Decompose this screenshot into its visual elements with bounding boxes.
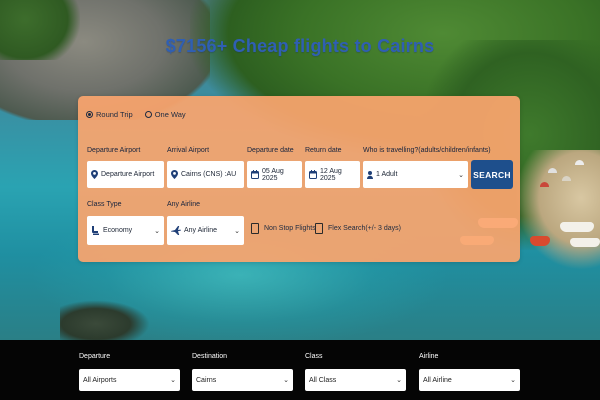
return-date-value: 12 Aug 2025 xyxy=(320,167,342,182)
chevron-down-icon: ⌄ xyxy=(234,227,240,235)
parasol-image xyxy=(562,176,571,181)
boat-image xyxy=(530,236,550,246)
boat-image xyxy=(570,238,600,247)
flight-search-form: Round Trip One Way Departure Airport Arr… xyxy=(78,96,520,262)
travellers-label: Who is travelling?(adults/children/infan… xyxy=(363,147,491,154)
departure-date-label: Departure date xyxy=(247,147,294,154)
parasol-image xyxy=(540,182,549,187)
parasol-image xyxy=(548,168,557,173)
chevron-down-icon: ⌄ xyxy=(510,377,516,384)
calendar-icon xyxy=(309,170,317,179)
departure-filter-select[interactable]: All Airports ⌄ xyxy=(79,369,180,391)
departure-date-value: 05 Aug 2025 xyxy=(262,167,284,182)
class-type-select[interactable]: Economy ⌄ xyxy=(87,216,164,245)
airline-filter-value: All Airline xyxy=(423,376,452,384)
travellers-value: 1 Adult xyxy=(376,171,398,178)
departure-date-field[interactable]: 05 Aug 2025 xyxy=(247,161,302,188)
calendar-icon xyxy=(251,170,259,179)
beach-scenery xyxy=(515,150,600,270)
one-way-radio[interactable]: One Way xyxy=(144,110,186,119)
rocks-scenery xyxy=(60,300,150,340)
travellers-select[interactable]: 1 Adult ⌄ xyxy=(363,161,468,188)
class-filter-select[interactable]: All Class ⌄ xyxy=(305,369,406,391)
chevron-down-icon: ⌄ xyxy=(283,377,289,384)
destination-filter-value: Cairns xyxy=(196,376,217,384)
one-way-label: One Way xyxy=(154,110,186,119)
airline-label: Any Airline xyxy=(167,201,201,208)
map-pin-icon xyxy=(171,170,178,179)
checkbox-icon[interactable] xyxy=(315,223,323,234)
class-filter-value: All Class xyxy=(309,376,337,384)
chevron-down-icon: ⌄ xyxy=(458,171,464,179)
boat-image xyxy=(560,222,594,232)
return-date-label: Return date xyxy=(305,147,342,154)
class-type-value: Economy xyxy=(103,227,133,234)
checkbox-icon[interactable] xyxy=(251,223,259,234)
round-trip-radio[interactable]: Round Trip xyxy=(86,110,133,119)
route-filter-bar: Departure Destination Class Airline All … xyxy=(0,340,600,400)
trip-type-group: Round Trip One Way xyxy=(86,110,186,119)
class-filter-label: Class xyxy=(305,353,323,360)
departure-airport-label: Departure Airport xyxy=(87,147,141,154)
airline-filter-select[interactable]: All Airline ⌄ xyxy=(419,369,520,391)
destination-filter-label: Destination xyxy=(192,353,228,360)
radio-unchecked-icon[interactable] xyxy=(144,111,152,118)
map-pin-icon xyxy=(91,170,98,179)
round-trip-label: Round Trip xyxy=(96,110,133,119)
radio-checked-icon[interactable] xyxy=(86,111,93,118)
chevron-down-icon: ⌄ xyxy=(396,377,402,384)
airline-select[interactable]: Any Airline ⌄ xyxy=(167,216,244,245)
arrival-airport-label: Arrival Airport xyxy=(167,147,210,154)
page-title: $7156+ Cheap flights to Cairns xyxy=(165,36,435,56)
airline-value: Any Airline xyxy=(184,227,218,234)
arrival-airport-field[interactable]: Cairns (CNS) :AU xyxy=(167,161,244,188)
flex-search-checkbox[interactable]: Flex Search(+/- 3 days) xyxy=(315,223,401,234)
return-date-field[interactable]: 12 Aug 2025 xyxy=(305,161,360,188)
plane-icon xyxy=(171,226,181,235)
class-type-label: Class Type xyxy=(87,201,122,208)
seat-icon xyxy=(91,226,100,235)
departure-filter-label: Departure xyxy=(79,353,111,360)
airline-filter-label: Airline xyxy=(419,353,439,360)
chevron-down-icon: ⌄ xyxy=(154,227,160,235)
search-button[interactable]: SEARCH xyxy=(471,160,513,189)
non-stop-checkbox[interactable]: Non Stop Flights xyxy=(251,223,316,234)
destination-filter-select[interactable]: Cairns ⌄ xyxy=(192,369,293,391)
departure-filter-value: All Airports xyxy=(83,376,117,384)
flex-search-label: Flex Search(+/- 3 days) xyxy=(328,225,401,232)
parasol-image xyxy=(575,160,584,165)
departure-airport-value: Departure Airport xyxy=(101,171,155,178)
non-stop-label: Non Stop Flights xyxy=(264,225,316,232)
person-icon xyxy=(367,170,373,179)
chevron-down-icon: ⌄ xyxy=(170,377,176,384)
arrival-airport-value: Cairns (CNS) :AU xyxy=(181,171,237,178)
departure-airport-field[interactable]: Departure Airport xyxy=(87,161,164,188)
